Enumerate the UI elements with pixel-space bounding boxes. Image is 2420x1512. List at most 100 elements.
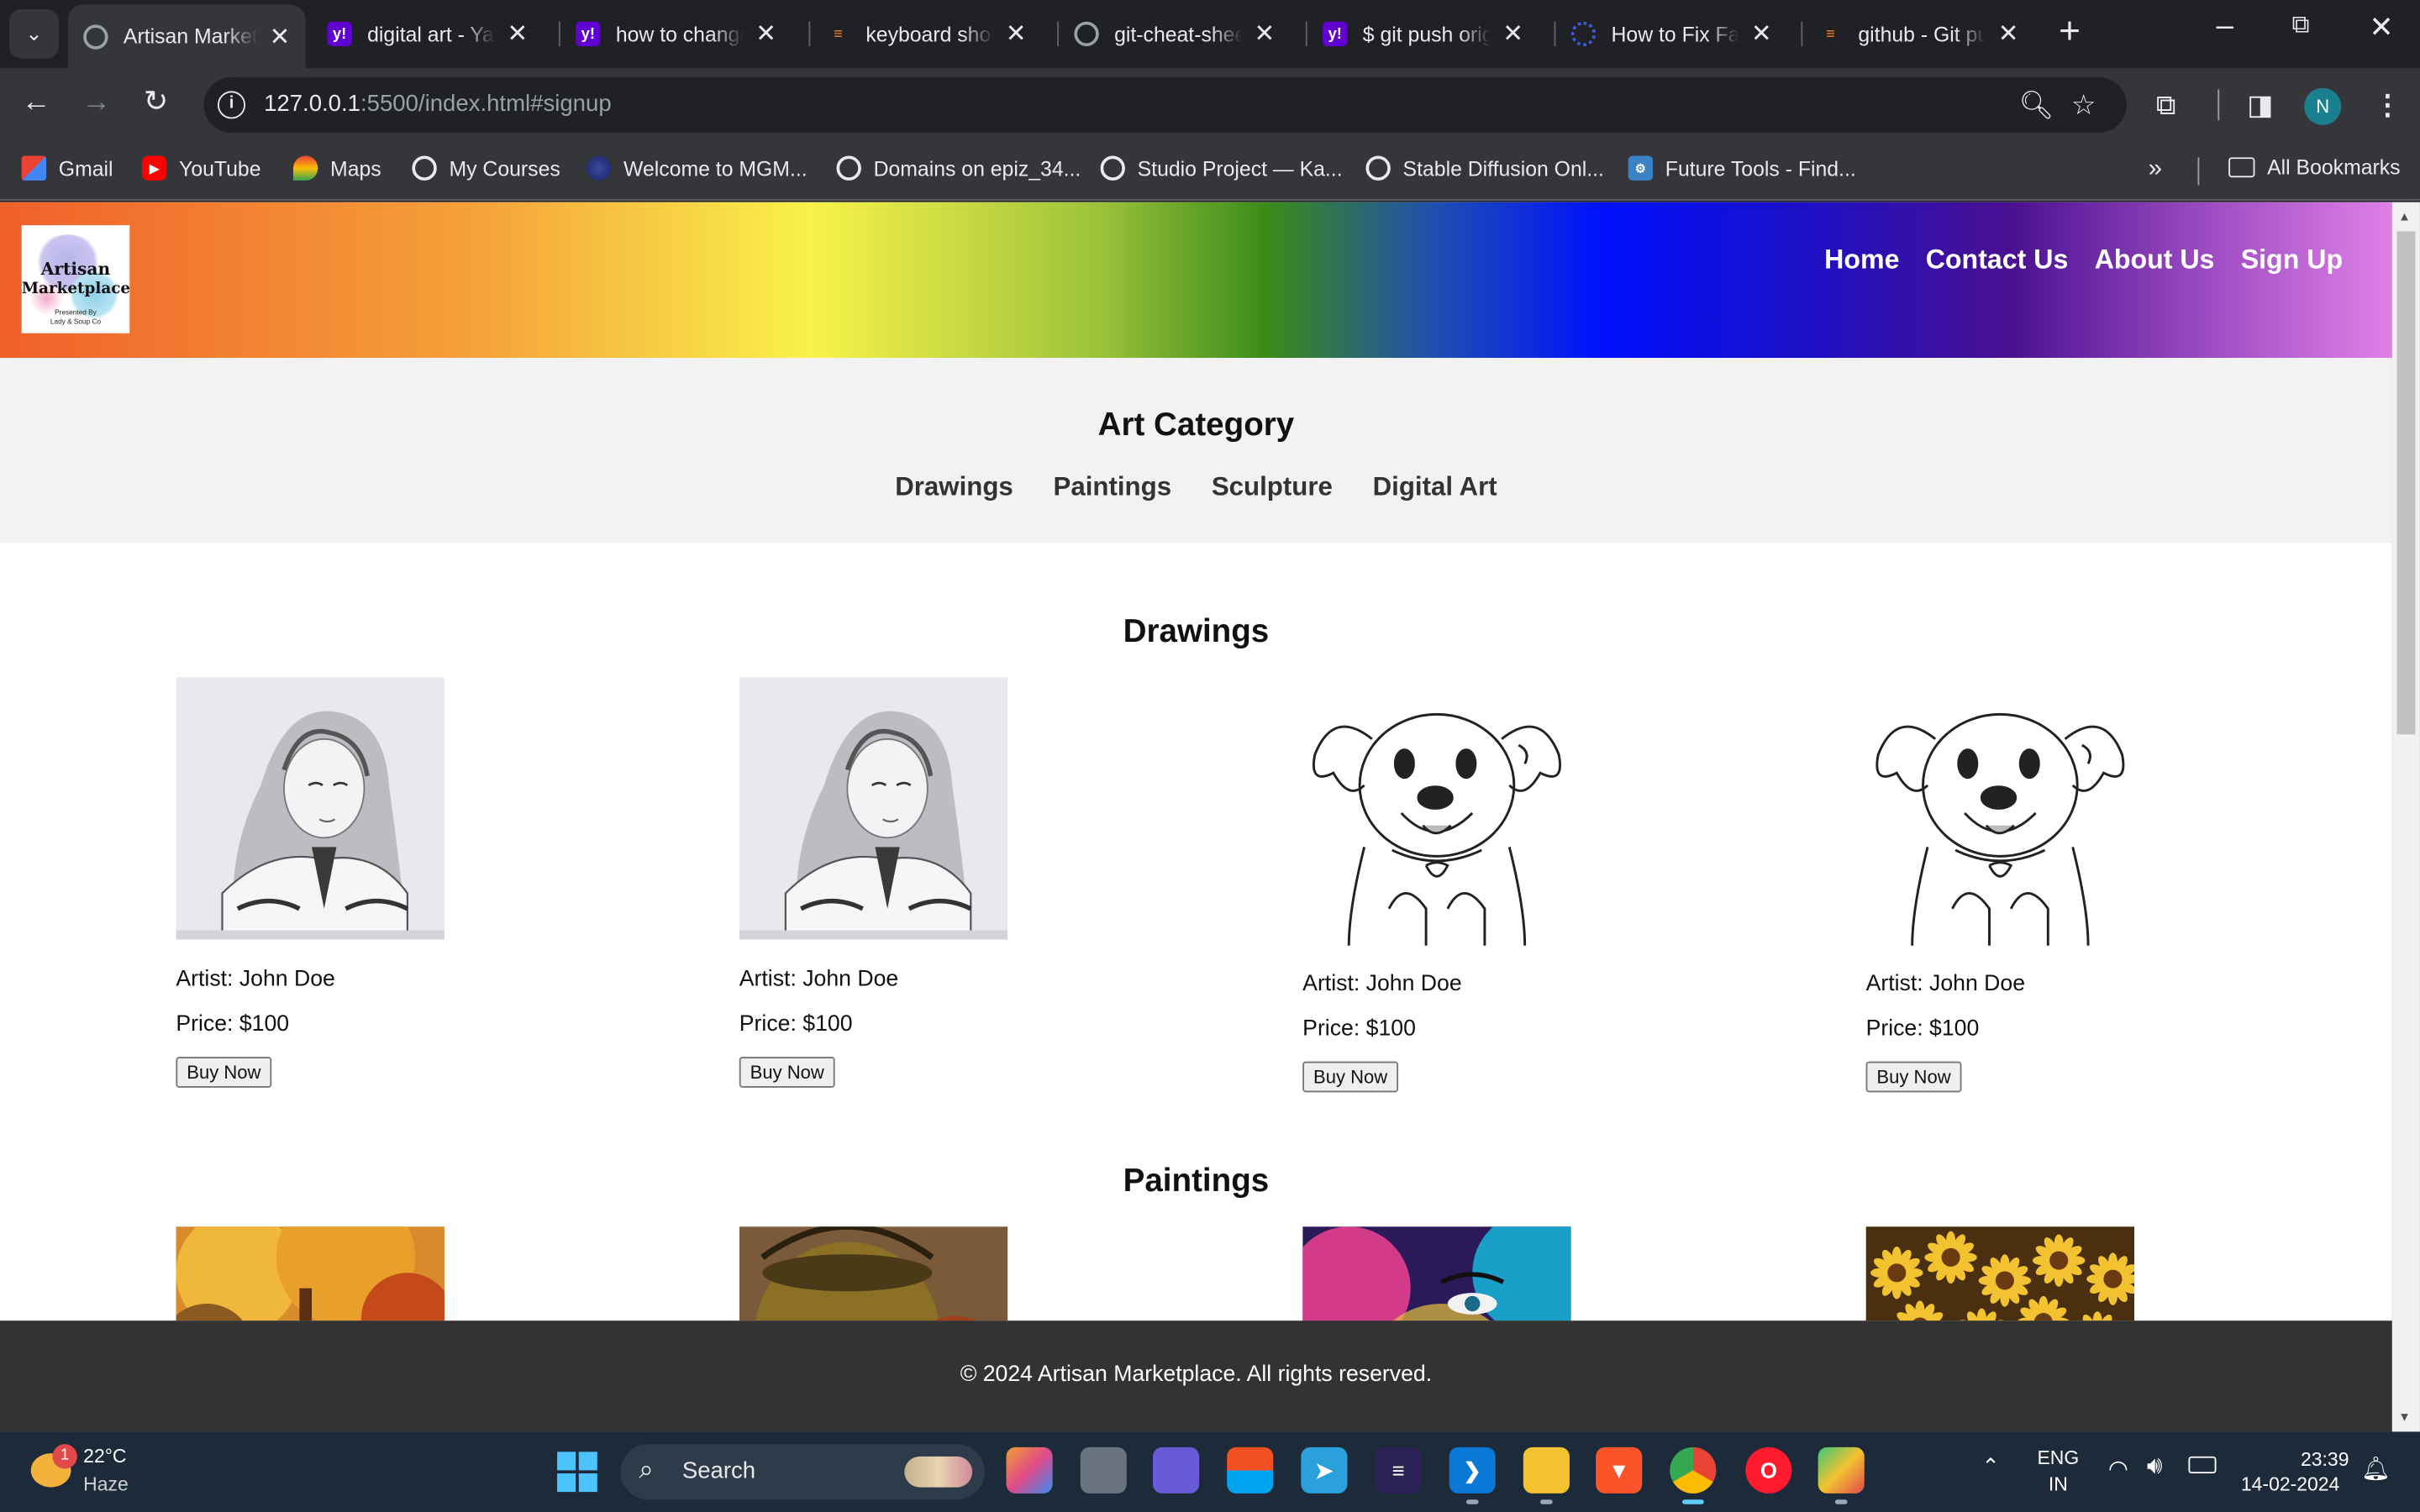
close-tab-icon[interactable]: ✕ <box>270 21 291 52</box>
site-info-icon[interactable]: i <box>217 91 246 119</box>
sunflowers-painting-image[interactable] <box>1865 1226 2135 1321</box>
side-panel-icon[interactable]: ◨ <box>2247 90 2273 123</box>
page-scrollbar[interactable]: ▲ ▼ <box>2391 202 2420 1432</box>
close-window-button[interactable]: ✕ <box>2369 11 2393 46</box>
start-button[interactable] <box>557 1452 597 1493</box>
bookmark-item[interactable]: Maps <box>292 155 381 181</box>
nav-contact-us[interactable]: Contact Us <box>1926 244 2069 276</box>
close-tab-icon[interactable]: ✕ <box>755 18 776 50</box>
browser-tab[interactable]: ≡ github - Git pu ✕ <box>1802 8 2034 60</box>
bookmark-item[interactable]: My Courses <box>412 155 560 181</box>
close-tab-icon[interactable]: ✕ <box>1998 18 2019 50</box>
price-label: Price: $100 <box>739 1011 853 1037</box>
battery-icon[interactable] <box>2188 1456 2217 1474</box>
bookmark-item[interactable]: Domains on epiz_34... <box>836 155 1081 181</box>
buy-now-button[interactable]: Buy Now <box>1865 1061 1962 1093</box>
taskbar-search[interactable]: ⌕ Search <box>620 1444 985 1500</box>
chat-icon[interactable] <box>1153 1446 1200 1494</box>
buy-now-button[interactable]: Buy Now <box>1302 1061 1399 1093</box>
extensions-icon[interactable]: ⧉ <box>2156 90 2176 123</box>
browser-tab[interactable]: y! $ git push orig ✕ <box>1307 8 1539 60</box>
zoom-icon[interactable]: 🔍︎ <box>2018 90 2054 123</box>
brass-pot-painting-image[interactable] <box>739 1226 1008 1321</box>
nav-about-us[interactable]: About Us <box>2095 244 2215 276</box>
nav-sign-up[interactable]: Sign Up <box>2241 244 2343 276</box>
buy-now-button[interactable]: Buy Now <box>176 1057 272 1088</box>
eclipse-icon[interactable]: ≡ <box>1375 1446 1422 1494</box>
file-explorer-icon[interactable] <box>1523 1446 1570 1504</box>
browser-tab[interactable]: ≡ keyboard shor ✕ <box>810 8 1042 60</box>
opera-icon[interactable]: O <box>1745 1446 1792 1494</box>
language-indicator[interactable]: ENG IN <box>2037 1446 2079 1498</box>
yahoo-icon: y! <box>576 21 601 47</box>
copilot-icon[interactable] <box>1006 1446 1053 1494</box>
globe-icon <box>1100 155 1125 181</box>
browser-tab[interactable]: git-cheat-shee ✕ <box>1059 8 1291 60</box>
nav-home[interactable]: Home <box>1824 244 1899 276</box>
search-highlight-image <box>904 1456 973 1488</box>
notification-badge: 1 <box>52 1444 77 1469</box>
task-view-icon[interactable] <box>1080 1446 1127 1494</box>
bookmark-item[interactable]: ⚙ Future Tools - Find... <box>1628 155 1856 181</box>
close-tab-icon[interactable]: ✕ <box>508 18 529 50</box>
price-label: Price: $100 <box>1865 1016 1980 1042</box>
bookmark-item[interactable]: Gmail <box>21 155 113 181</box>
all-bookmarks-button[interactable]: All Bookmarks <box>2228 156 2401 179</box>
girl-pencil-sketch-image[interactable] <box>176 677 445 940</box>
site-logo[interactable]: Artisan Marketplace Presented By Lady & S… <box>21 225 130 333</box>
region-code: IN <box>2048 1473 2068 1495</box>
autumn-tree-painting-image[interactable] <box>176 1226 445 1321</box>
close-tab-icon[interactable]: ✕ <box>1254 18 1275 50</box>
girl-pencil-sketch-image[interactable] <box>739 677 1008 940</box>
close-tab-icon[interactable]: ✕ <box>1751 18 1772 50</box>
notification-bell-icon[interactable]: 🔔︎ <box>2361 1455 2391 1483</box>
bookmark-item[interactable]: Studio Project — Ka... <box>1100 155 1343 181</box>
tab-title: github - Git pu <box>1858 22 1986 46</box>
address-bar[interactable]: i 127.0.0.1:5500/index.html#signup 🔍︎ ☆ <box>203 76 2127 133</box>
artist-label: Artist: John Doe <box>176 967 335 992</box>
close-tab-icon[interactable]: ✕ <box>1502 18 1523 50</box>
browser-tab[interactable]: Artisan Market ✕ <box>67 4 306 68</box>
chrome-icon[interactable] <box>1670 1446 1717 1504</box>
buy-now-button[interactable]: Buy Now <box>739 1057 835 1088</box>
browser-tab[interactable]: How to Fix Fat ✕ <box>1555 8 1787 60</box>
new-tab-button[interactable]: + <box>2059 12 2081 53</box>
folder-icon <box>2228 157 2255 178</box>
bookmark-item[interactable]: ▶ YouTube <box>141 155 261 181</box>
more-bookmarks-icon[interactable]: » <box>2149 156 2162 184</box>
tab-title: digital art - Yah <box>367 22 495 46</box>
telegram-icon[interactable]: ➤ <box>1301 1446 1348 1494</box>
category-paintings[interactable]: Paintings <box>1054 472 1172 503</box>
profile-avatar[interactable]: N <box>2304 87 2342 125</box>
bookmark-item[interactable]: Stable Diffusion Onl... <box>1365 155 1604 181</box>
browser-tab[interactable]: y! digital art - Yah ✕ <box>312 8 544 60</box>
restore-button[interactable]: ⧉ <box>2291 13 2309 40</box>
show-hidden-icons[interactable]: ⌃ <box>1981 1453 2000 1479</box>
close-tab-icon[interactable]: ✕ <box>1006 18 1027 50</box>
category-drawings[interactable]: Drawings <box>895 472 1013 503</box>
browser-tab[interactable]: y! how to change ✕ <box>560 8 792 60</box>
puppy-line-drawing-image[interactable] <box>1865 677 2135 946</box>
category-digital-art[interactable]: Digital Art <box>1373 472 1497 503</box>
reload-button[interactable]: ↻ <box>144 87 168 120</box>
colorful-face-painting-image[interactable] <box>1302 1226 1571 1321</box>
volume-icon[interactable]: 🔊︎ <box>2147 1453 2163 1481</box>
bookmark-item[interactable]: Welcome to MGM... <box>586 155 808 181</box>
minimize-button[interactable]: – <box>2217 9 2233 45</box>
puppy-line-drawing-image[interactable] <box>1302 677 1571 946</box>
back-button[interactable]: ← <box>22 87 51 120</box>
scrollbar-thumb[interactable] <box>2396 231 2416 735</box>
logo-line-2: Marketplace <box>21 281 130 298</box>
bookmark-star-icon[interactable]: ☆ <box>2071 90 2096 123</box>
category-sculpture[interactable]: Sculpture <box>1212 472 1333 503</box>
wifi-icon[interactable]: ◠ <box>2108 1455 2128 1483</box>
tab-search-button[interactable]: ⌄ <box>9 9 59 59</box>
brave-icon[interactable]: ▼ <box>1596 1446 1643 1494</box>
more-menu-icon[interactable]: ⋮ <box>2374 90 2402 123</box>
vscode-icon[interactable]: ❯ <box>1449 1446 1496 1504</box>
git-icon[interactable] <box>1818 1446 1865 1504</box>
clock[interactable]: 23:39 <box>2272 1446 2349 1473</box>
store-icon[interactable] <box>1227 1446 1274 1494</box>
forward-button[interactable]: → <box>82 87 111 120</box>
artwork-card <box>176 1226 515 1321</box>
